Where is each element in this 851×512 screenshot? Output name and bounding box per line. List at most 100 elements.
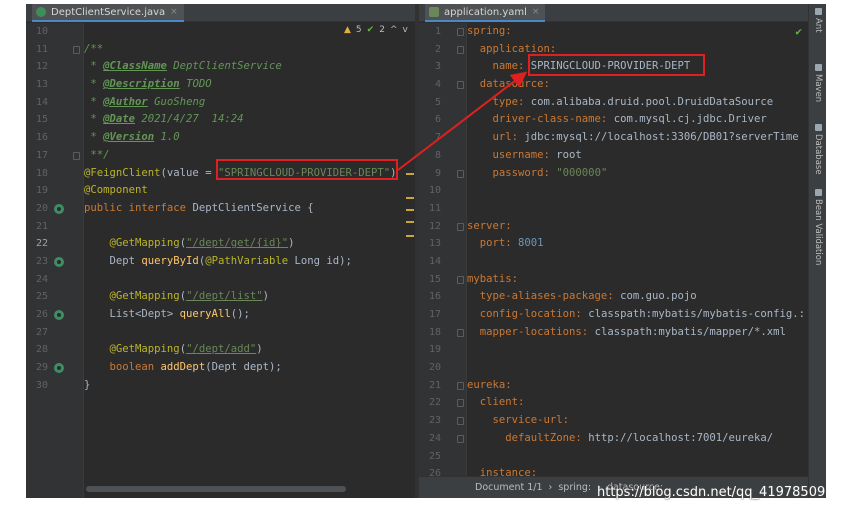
code-line[interactable]: 29 boolean addDept(Dept dept); [26, 359, 415, 377]
code-token: List<Dept> [84, 308, 180, 320]
code-line[interactable]: 18 mapper-locations: classpath:mybatis/m… [419, 324, 808, 342]
yaml-code-area[interactable]: 1 spring: 2 application: 3 name: SPRINGCLOU… [419, 23, 808, 483]
implementation-gutter-icon[interactable] [54, 310, 64, 320]
code-line[interactable]: 21 eureka: [419, 377, 808, 395]
code-line[interactable]: 14 * @Author GuoSheng [26, 94, 415, 112]
fold-marker-icon[interactable] [457, 417, 464, 426]
code-token: http://localhost:7001/eureka/ [588, 431, 774, 444]
implementation-gutter-icon[interactable] [54, 363, 64, 374]
code-line[interactable]: 23 Dept queryById(@PathVariable Long id)… [26, 253, 415, 271]
code-line[interactable]: 22 @GetMapping("/dept/get/{id}") [26, 235, 415, 253]
code-line[interactable]: 25 @GetMapping("/dept/list") [26, 288, 415, 306]
code-line[interactable]: 8 username: root [419, 147, 808, 165]
tool-window-maven[interactable]: Maven [811, 64, 825, 102]
code-line[interactable]: 13 * @Description TODO [26, 76, 415, 94]
fold-marker-icon[interactable] [457, 381, 464, 390]
tool-window-label: Bean Validation [813, 199, 823, 266]
tab-application-yaml[interactable]: application.yaml × [425, 4, 546, 22]
code-line[interactable]: 9 password: "000000" [419, 165, 808, 183]
code-text: server: [467, 218, 512, 236]
fold-marker-icon[interactable] [457, 45, 464, 54]
chevron-up-icon[interactable]: ^ [390, 25, 398, 35]
code-text: service-url: [467, 412, 570, 430]
fold-marker-icon[interactable] [457, 328, 464, 337]
document-indicator[interactable]: Document 1/1 [475, 482, 543, 493]
tool-window-database[interactable]: Database [811, 124, 825, 175]
code-line[interactable]: 12 server: [419, 218, 808, 236]
code-line[interactable]: 11 [419, 200, 808, 218]
stripe-mark[interactable] [406, 235, 414, 237]
code-line[interactable]: 15 mybatis: [419, 271, 808, 289]
fold-marker-icon[interactable] [457, 222, 464, 231]
code-line[interactable]: 17 config-location: classpath:mybatis/my… [419, 306, 808, 324]
tool-window-bean-validation[interactable]: Bean Validation [811, 189, 825, 265]
fold-marker-icon[interactable] [457, 399, 464, 408]
fold-marker-icon[interactable] [73, 151, 80, 160]
code-line[interactable]: 5 type: com.alibaba.druid.pool.DruidData… [419, 94, 808, 112]
code-line[interactable]: 16 type-aliases-package: com.guo.pojo [419, 288, 808, 306]
code-text: List<Dept> queryAll(); [84, 306, 250, 324]
close-icon[interactable]: × [170, 7, 178, 17]
stripe-mark[interactable] [406, 209, 414, 211]
line-number: 11 [35, 43, 48, 55]
code-line[interactable]: 15 * @Date 2021/4/27 14:24 [26, 111, 415, 129]
code-line[interactable]: 28 @GetMapping("/dept/add") [26, 341, 415, 359]
tool-window-label: Maven [813, 74, 823, 103]
code-line[interactable]: 13 port: 8001 [419, 235, 808, 253]
code-line[interactable]: 4 datasource: [419, 76, 808, 94]
code-token: } [84, 378, 91, 391]
code-line[interactable]: 30} [26, 377, 415, 395]
horizontal-scrollbar[interactable] [86, 486, 346, 492]
stripe-mark[interactable] [406, 197, 414, 199]
code-line[interactable]: 10 [419, 182, 808, 200]
fold-marker-icon[interactable] [457, 275, 464, 284]
code-line[interactable]: 27 [26, 324, 415, 342]
code-line[interactable]: 14 [419, 253, 808, 271]
java-code-area[interactable]: 10 11 /** 12 * @ClassName DeptClientService… [26, 23, 415, 394]
fold-marker-icon[interactable] [457, 169, 464, 178]
right-tool-window-bar: Ant Maven Database Bean Validation [808, 4, 826, 498]
stripe-mark[interactable] [406, 221, 414, 223]
close-icon[interactable]: × [532, 7, 540, 17]
code-line[interactable]: 20 public interface DeptClientService { [26, 200, 415, 218]
code-line[interactable]: 23 service-url: [419, 412, 808, 430]
code-token: mapper-locations: [467, 325, 595, 338]
code-line[interactable]: 26 List<Dept> queryAll(); [26, 306, 415, 324]
code-line[interactable]: 21 [26, 218, 415, 236]
code-line[interactable]: 25 [419, 448, 808, 466]
code-token: com.mysql.cj.jdbc.Driver [613, 113, 767, 126]
code-token: (Dept dept); [205, 361, 282, 374]
line-number: 4 [434, 79, 441, 91]
code-line[interactable]: 24 [26, 271, 415, 289]
implementation-gutter-icon[interactable] [54, 256, 64, 267]
code-line[interactable]: 22 client: [419, 394, 808, 412]
yaml-editor[interactable]: 1 spring: 2 application: 3 name: SPRINGCLOU… [419, 23, 808, 498]
code-line[interactable]: 19 @Component [26, 182, 415, 200]
error-stripe[interactable] [406, 23, 415, 498]
code-line[interactable]: 24 defaultZone: http://localhost:7001/eu… [419, 430, 808, 448]
inspection-widget[interactable]: ▲ 5 ✔ 2 ^ v [344, 25, 408, 35]
tool-window-ant[interactable]: Ant [811, 8, 825, 33]
code-line[interactable]: 12 * @ClassName DeptClientService [26, 58, 415, 76]
code-token: "/dept/add" [186, 343, 257, 356]
code-line[interactable]: 19 [419, 341, 808, 359]
code-line[interactable]: 1 spring: [419, 23, 808, 41]
code-line[interactable]: 11 /** [26, 41, 415, 59]
code-line[interactable]: 20 [419, 359, 808, 377]
stripe-mark[interactable] [406, 173, 414, 175]
java-editor[interactable]: 10 11 /** 12 * @ClassName DeptClientService… [26, 23, 415, 498]
code-line[interactable]: 7 url: jdbc:mysql://localhost:3306/DB01?… [419, 129, 808, 147]
line-number: 16 [428, 291, 441, 303]
fold-marker-icon[interactable] [73, 45, 80, 54]
code-text: Dept queryById(@PathVariable Long id); [84, 253, 352, 271]
breadcrumb-spring[interactable]: spring: [558, 482, 591, 493]
fold-marker-icon[interactable] [457, 434, 464, 443]
implementation-gutter-icon[interactable] [54, 203, 64, 214]
code-line[interactable]: 16 * @Version 1.0 [26, 129, 415, 147]
code-line[interactable]: 6 driver-class-name: com.mysql.cj.jdbc.D… [419, 111, 808, 129]
line-number: 11 [428, 202, 441, 214]
fold-marker-icon[interactable] [457, 81, 464, 90]
tab-dept-client-service[interactable]: DeptClientService.java × [32, 4, 184, 22]
fold-marker-icon[interactable] [457, 28, 464, 36]
